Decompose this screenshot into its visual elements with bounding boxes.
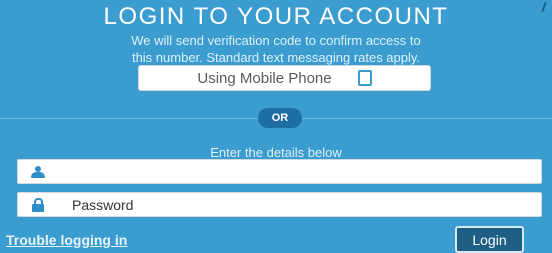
username-input[interactable]	[58, 163, 541, 180]
user-icon-wrap	[18, 165, 58, 178]
trouble-logging-in-link[interactable]: Trouble logging in	[6, 232, 127, 248]
subtitle: We will send verification code to confir…	[0, 32, 552, 66]
username-field[interactable]	[17, 159, 542, 184]
phone-icon	[357, 70, 372, 86]
page-title: LOGIN TO YOUR ACCOUNT	[103, 3, 449, 30]
lock-icon-wrap	[18, 197, 58, 212]
subtitle-line-2: this number. Standard text messaging rat…	[131, 50, 421, 65]
subtitle-line-1: We will send verification code to confir…	[131, 33, 421, 48]
password-input[interactable]	[58, 196, 541, 213]
password-field[interactable]	[17, 192, 542, 217]
details-label: Enter the details below	[210, 145, 342, 160]
lock-icon	[32, 197, 44, 212]
login-button[interactable]: Login	[455, 226, 524, 253]
mobile-phone-button[interactable]: Using Mobile Phone	[138, 65, 431, 91]
mobile-phone-button-label: Using Mobile Phone	[197, 69, 332, 87]
or-badge: OR	[258, 108, 302, 128]
user-icon	[30, 165, 46, 178]
